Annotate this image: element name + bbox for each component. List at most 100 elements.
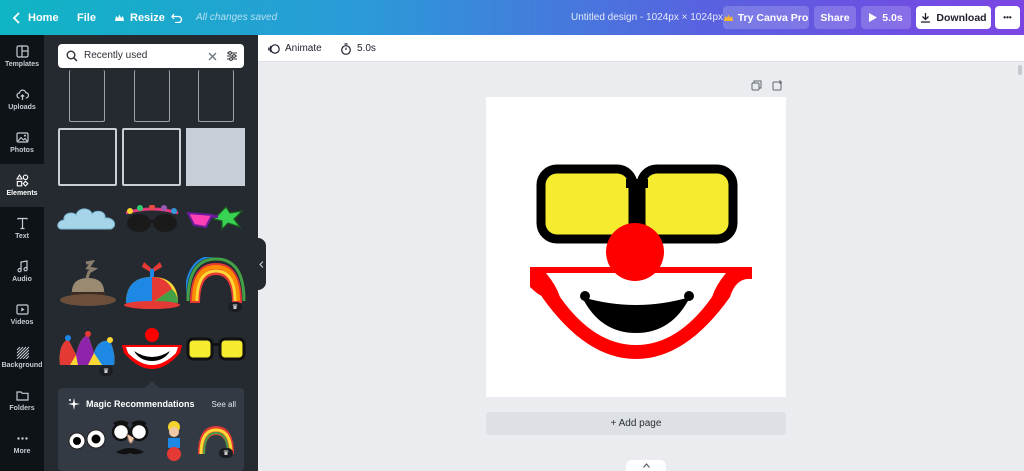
animate-button[interactable]: Animate: [268, 35, 322, 62]
rail-label: Templates: [4, 61, 40, 68]
search-input[interactable]: Recently used: [84, 50, 147, 61]
chevron-left-icon: [259, 260, 264, 268]
hatch-icon: [16, 346, 29, 359]
timer-icon: [341, 42, 351, 55]
templates-icon: [15, 45, 29, 58]
square-frame-element[interactable]: [122, 128, 181, 186]
music-note-icon: [16, 260, 28, 273]
jester-hat-element[interactable]: [56, 331, 118, 371]
video-icon: [15, 304, 29, 315]
magic-pointer: [145, 381, 159, 388]
rail-item-background[interactable]: Background: [0, 336, 44, 379]
left-rail: Templates Uploads Photos Elements Text A…: [0, 35, 44, 471]
rail-item-audio[interactable]: Audio: [0, 250, 44, 293]
design-page[interactable]: [486, 97, 786, 397]
shapes-icon: [15, 174, 29, 187]
share-button[interactable]: Share: [814, 6, 856, 29]
animate-icon: [268, 43, 280, 54]
party-glasses-element[interactable]: [122, 205, 182, 235]
star-glasses-element[interactable]: [186, 203, 246, 233]
disguise-glasses-element[interactable]: [110, 420, 150, 462]
rail-label: Videos: [10, 319, 34, 326]
duplicate-page-icon[interactable]: [751, 80, 762, 91]
folder-icon: [15, 391, 29, 401]
filter-sliders-icon[interactable]: [226, 50, 238, 62]
page-actions: [751, 80, 783, 91]
resize-button[interactable]: Resize: [115, 0, 165, 35]
chevron-up-icon: [642, 463, 650, 468]
try-canva-pro-button[interactable]: Try Canva Pro: [723, 6, 809, 29]
design-title[interactable]: Untitled design - 1024px × 1024px: [571, 0, 723, 35]
rail-label: Audio: [12, 276, 32, 283]
file-menu[interactable]: File: [77, 0, 96, 35]
play-duration: 5.0s: [882, 11, 903, 24]
chevron-left-icon: [12, 11, 20, 24]
rail-label: Text: [15, 233, 29, 240]
clown-figure-element[interactable]: [162, 418, 186, 464]
try-pro-label: Try Canva Pro: [737, 11, 809, 24]
share-label: Share: [820, 11, 850, 24]
rail-item-photos[interactable]: Photos: [0, 121, 44, 164]
crown-icon: [723, 14, 733, 21]
rail-item-text[interactable]: Text: [0, 207, 44, 250]
text-icon: [16, 217, 28, 230]
pro-crown-badge: ♛: [219, 448, 233, 458]
clown-nose: [606, 223, 664, 281]
home-button[interactable]: Home: [12, 0, 59, 35]
frame-element[interactable]: [69, 70, 105, 122]
rail-label: Uploads: [8, 104, 36, 111]
rail-item-more[interactable]: More: [0, 422, 44, 465]
rail-label: Background: [1, 362, 43, 369]
glasses-right-lens: [636, 164, 738, 244]
clown-face-element[interactable]: [120, 327, 184, 371]
vertical-scrollbar[interactable]: [1018, 65, 1022, 75]
download-label: Download: [936, 11, 987, 24]
yellow-glasses-element[interactable]: [186, 335, 246, 363]
more-options-button[interactable]: •••: [995, 6, 1020, 29]
undo-icon: [171, 13, 183, 23]
add-page-button[interactable]: + Add page: [486, 412, 786, 435]
duration-button[interactable]: 5.0s: [340, 35, 376, 62]
square-frame-element[interactable]: [58, 128, 117, 186]
rail-item-elements[interactable]: Elements: [0, 164, 44, 207]
rail-item-templates[interactable]: Templates: [0, 35, 44, 78]
clown-face-graphic[interactable]: [486, 97, 786, 397]
square-shape-element[interactable]: [186, 128, 245, 186]
elements-panel: Recently used ♛ ♛ Magic Recommendations …: [44, 35, 258, 471]
download-button[interactable]: Download: [916, 6, 991, 29]
rail-item-videos[interactable]: Videos: [0, 293, 44, 336]
clear-search-icon[interactable]: [208, 52, 217, 61]
frame-element[interactable]: [198, 70, 234, 122]
sparkle-icon: [68, 398, 80, 410]
rail-label: Elements: [6, 190, 38, 197]
fedora-hat-element[interactable]: [56, 260, 120, 316]
saved-status: All changes saved: [196, 12, 278, 23]
more-dots-label: •••: [1003, 13, 1012, 22]
dots-icon: [16, 437, 28, 440]
home-label: Home: [28, 11, 59, 24]
pro-crown-badge: ♛: [99, 366, 113, 376]
rail-label: Photos: [10, 147, 34, 154]
play-icon: [869, 13, 878, 22]
show-pages-handle[interactable]: [626, 460, 666, 471]
see-all-link[interactable]: See all: [212, 400, 236, 409]
frame-element[interactable]: [134, 70, 170, 122]
crown-icon: [115, 14, 124, 21]
cloud-element[interactable]: [56, 201, 120, 237]
cloud-upload-icon: [15, 89, 29, 100]
propeller-cap-element[interactable]: [120, 259, 184, 315]
top-bar: Home File Resize All changes saved Untit…: [0, 0, 1024, 35]
file-label: File: [77, 11, 96, 24]
rail-item-uploads[interactable]: Uploads: [0, 78, 44, 121]
play-button[interactable]: 5.0s: [861, 6, 911, 29]
add-page-icon[interactable]: [772, 80, 783, 91]
editor-toolbar: Animate 5.0s: [258, 35, 1024, 62]
collapse-panel-button[interactable]: [257, 238, 266, 290]
googly-eyes-element[interactable]: [66, 426, 108, 454]
resize-label: Resize: [130, 11, 165, 24]
rail-item-folders[interactable]: Folders: [0, 379, 44, 422]
search-box[interactable]: Recently used: [58, 44, 244, 68]
duration-label: 5.0s: [357, 43, 376, 54]
undo-button[interactable]: [171, 0, 183, 35]
photo-icon: [15, 132, 29, 143]
